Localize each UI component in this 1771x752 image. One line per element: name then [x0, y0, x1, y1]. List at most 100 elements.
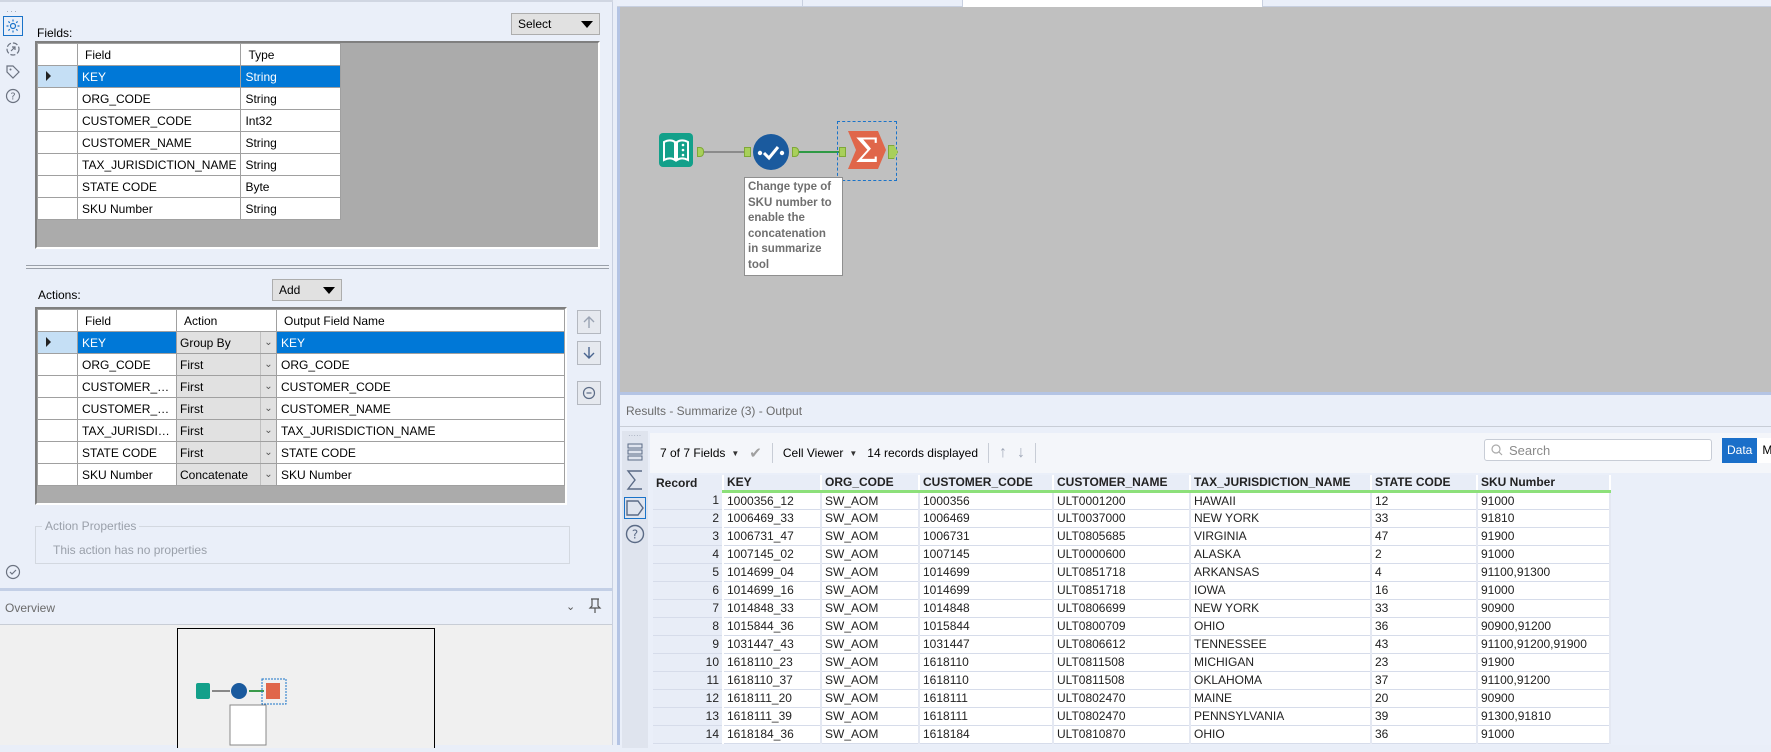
output-field-name-cell[interactable]: KEY	[276, 331, 565, 354]
table-row[interactable]: 2 1006469_33 SW_AOM 1006469 ULT0037000 NEW YO…	[653, 509, 1611, 528]
input-anchor[interactable]	[744, 147, 751, 157]
field-type-cell[interactable]: Byte	[240, 175, 342, 198]
data-cell[interactable]: SW_AOM	[821, 725, 920, 744]
data-cell[interactable]: 1014699_04	[723, 563, 822, 582]
help-icon[interactable]: ?	[3, 86, 23, 106]
data-cell[interactable]: 33	[1371, 599, 1478, 618]
data-cell[interactable]: 1031447	[919, 635, 1054, 654]
arrow-down-icon[interactable]: ↓	[1017, 444, 1025, 462]
data-cell[interactable]: ULT0802470	[1053, 689, 1191, 708]
data-cell[interactable]: SW_AOM	[821, 599, 920, 618]
record-number-cell[interactable]: 6	[653, 581, 724, 600]
data-cell[interactable]: 1006469_33	[723, 509, 822, 528]
data-cell[interactable]: SW_AOM	[821, 563, 920, 582]
record-number-cell[interactable]: 5	[653, 563, 724, 582]
data-cell[interactable]: 91900	[1477, 527, 1611, 546]
column-header-action[interactable]: Action	[176, 309, 277, 332]
data-cell[interactable]: 1014699_16	[723, 581, 822, 600]
output-field-name-cell[interactable]: TAX_JURISDICTION_NAME	[276, 419, 565, 442]
chevron-down-icon[interactable]: ⌄	[260, 376, 276, 397]
action-dropdown[interactable]: First ⌄	[176, 419, 277, 442]
output-field-name-cell[interactable]: ORG_CODE	[276, 353, 565, 376]
record-number-cell[interactable]: 12	[653, 689, 724, 708]
field-name-cell[interactable]: CUSTOMER_CODE	[76, 109, 242, 132]
data-cell[interactable]: ULT0802470	[1053, 707, 1191, 726]
drag-handle-icon[interactable]: ·····	[628, 431, 641, 440]
fields-table-row[interactable]: ORG_CODE String	[37, 87, 342, 110]
data-cell[interactable]: 1000356	[919, 491, 1054, 510]
chevron-down-icon[interactable]: ⌄	[260, 332, 276, 353]
data-cell[interactable]: SW_AOM	[821, 617, 920, 636]
workflow-tab[interactable]	[617, 0, 803, 7]
actions-table-row[interactable]: TAX_JURISDICTI...First ⌄TAX_JURISDICTION_…	[37, 419, 565, 442]
data-cell[interactable]: 1014699	[919, 581, 1054, 600]
table-row[interactable]: 3 1006731_47 SW_AOM 1006731 ULT0805685 VIRGIN…	[653, 527, 1611, 546]
table-row[interactable]: 1 1000356_12 SW_AOM 1000356 ULT0001200 HAWAII…	[653, 491, 1611, 510]
fields-selector-dropdown[interactable]: 7 of 7 Fields ▼	[660, 446, 739, 460]
data-cell[interactable]: 39	[1371, 707, 1478, 726]
data-cell[interactable]: TENNESSEE	[1190, 635, 1372, 654]
data-cell[interactable]: 1618111	[919, 689, 1054, 708]
section-splitter[interactable]	[26, 265, 609, 269]
data-cell[interactable]: ARKANSAS	[1190, 563, 1372, 582]
data-cell[interactable]: 1006469	[919, 509, 1054, 528]
action-field-cell[interactable]: KEY	[77, 331, 177, 354]
record-number-cell[interactable]: 7	[653, 599, 724, 618]
action-field-cell[interactable]: CUSTOMER_CO...	[77, 375, 177, 398]
column-header-output-field-name[interactable]: Output Field Name	[276, 309, 565, 332]
data-cell[interactable]: IOWA	[1190, 581, 1372, 600]
actions-table-row[interactable]: STATE CODE First ⌄ STATE CODE	[37, 441, 565, 464]
data-cell[interactable]: OHIO	[1190, 725, 1372, 744]
workflow-tab[interactable]	[803, 0, 963, 7]
data-cell[interactable]: 1618110_23	[723, 653, 822, 672]
table-row[interactable]: 10 1618110_23 SW_AOM 1618110 ULT0811508 MICHI…	[653, 653, 1611, 672]
data-cell[interactable]: SW_AOM	[821, 527, 920, 546]
action-field-cell[interactable]: ORG_CODE	[77, 353, 177, 376]
input-anchor[interactable]	[839, 147, 846, 157]
data-cell[interactable]: ULT0800709	[1053, 617, 1191, 636]
gear-icon[interactable]	[3, 16, 23, 36]
field-type-cell[interactable]: Int32	[240, 109, 342, 132]
data-cell[interactable]: 1618110_37	[723, 671, 822, 690]
data-cell[interactable]: 36	[1371, 617, 1478, 636]
remove-action-button[interactable]	[577, 381, 601, 405]
data-cell[interactable]: 1014699	[919, 563, 1054, 582]
action-field-cell[interactable]: STATE CODE	[77, 441, 177, 464]
connection-line[interactable]	[799, 151, 839, 153]
cell-viewer-dropdown[interactable]: Cell Viewer ▼	[783, 446, 857, 460]
record-number-cell[interactable]: 1	[653, 491, 724, 510]
data-cell[interactable]: 91000	[1477, 725, 1611, 744]
data-cell[interactable]: 1618111_39	[723, 707, 822, 726]
fields-table-row[interactable]: KEY String	[37, 65, 342, 88]
data-cell[interactable]: 1015844	[919, 617, 1054, 636]
data-cell[interactable]: 1014848_33	[723, 599, 822, 618]
data-cell[interactable]: ULT0805685	[1053, 527, 1191, 546]
input-data-tool[interactable]	[658, 131, 694, 169]
record-number-cell[interactable]: 2	[653, 509, 724, 528]
data-cell[interactable]: 16	[1371, 581, 1478, 600]
table-row[interactable]: 4 1007145_02 SW_AOM 1007145 ULT0000600 ALASKA…	[653, 545, 1611, 564]
data-cell[interactable]: NEW YORK	[1190, 599, 1372, 618]
data-cell[interactable]: OHIO	[1190, 617, 1372, 636]
actions-table-row[interactable]: SKU Number Concatenate ⌄ SKU Number	[37, 463, 565, 486]
action-dropdown[interactable]: First ⌄	[176, 375, 277, 398]
table-row[interactable]: 7 1014848_33 SW_AOM 1014848 ULT0806699 NEW YO…	[653, 599, 1611, 618]
data-cell[interactable]: 1000356_12	[723, 491, 822, 510]
chevron-down-icon[interactable]: ⌄	[566, 600, 575, 613]
data-view-button[interactable]: Data	[1722, 438, 1758, 463]
workflow-canvas[interactable]: Σ Change type of SKU number to enable th…	[617, 7, 1771, 392]
actions-table-row[interactable]: CUSTOMER_NA... First ⌄ CUSTOMER_NAME	[37, 397, 565, 420]
field-type-cell[interactable]: String	[240, 197, 342, 220]
row-selector[interactable]	[37, 375, 78, 398]
data-cell[interactable]: 1007145_02	[723, 545, 822, 564]
data-cell[interactable]: 1618110	[919, 653, 1054, 672]
row-selector[interactable]	[37, 65, 78, 88]
column-header-field[interactable]: Field	[77, 309, 177, 332]
field-name-cell[interactable]: ORG_CODE	[76, 87, 242, 110]
row-selector[interactable]	[37, 419, 78, 442]
action-dropdown[interactable]: Group By ⌄	[176, 331, 277, 354]
add-dropdown-button[interactable]: Add	[272, 279, 342, 301]
column-header[interactable]: Record	[653, 475, 724, 491]
overview-viewport[interactable]	[177, 628, 435, 748]
table-row[interactable]: 5 1014699_04 SW_AOM 1014699 ULT0851718 ARKANS…	[653, 563, 1611, 582]
